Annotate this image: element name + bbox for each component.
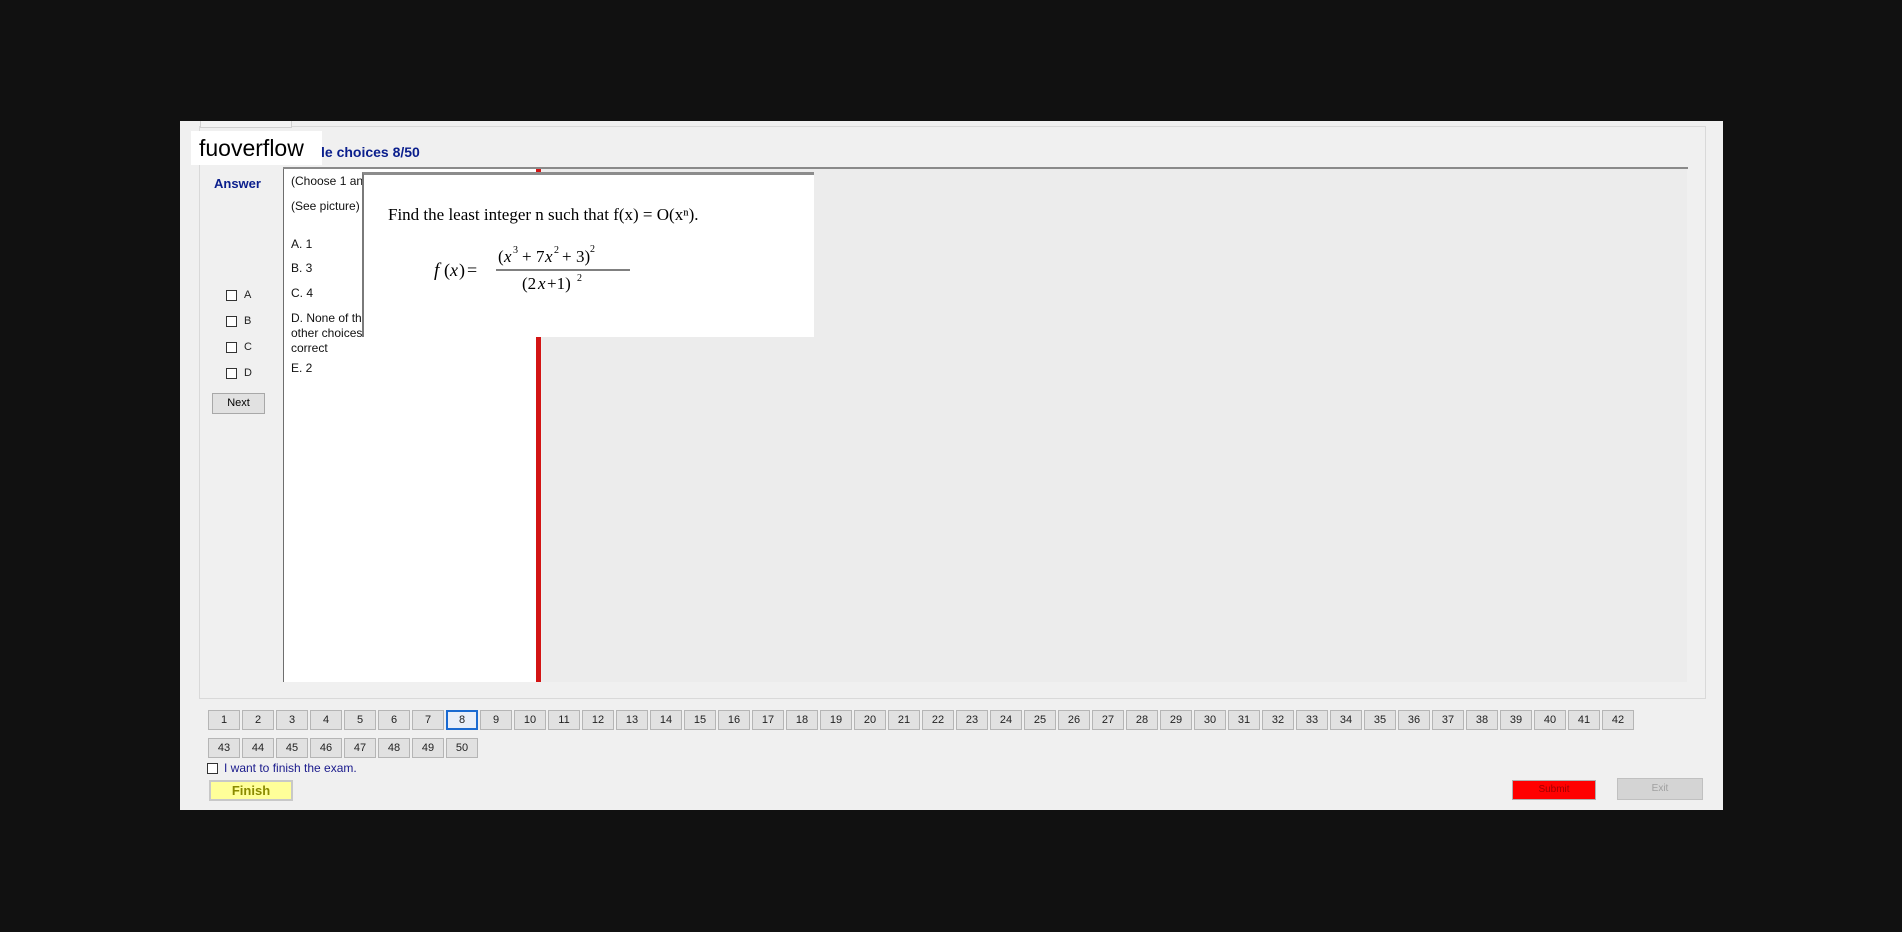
- choice-c: C. 4: [291, 286, 314, 300]
- finish-button[interactable]: Finish: [209, 780, 293, 801]
- answer-option-label: C: [244, 341, 252, 353]
- question-nav-button[interactable]: 19: [820, 710, 852, 730]
- question-nav-button[interactable]: 9: [480, 710, 512, 730]
- question-nav-button[interactable]: 46: [310, 738, 342, 758]
- choice-a: A. 1: [291, 237, 313, 251]
- question-nav-button[interactable]: 35: [1364, 710, 1396, 730]
- svg-text:x: x: [449, 260, 458, 280]
- answer-option-label: B: [244, 315, 252, 327]
- question-nav-button[interactable]: 37: [1432, 710, 1464, 730]
- answer-option-label: A: [244, 289, 252, 301]
- question-nav-button[interactable]: 14: [650, 710, 682, 730]
- question-nav-button[interactable]: 32: [1262, 710, 1294, 730]
- question-nav-button[interactable]: 1: [208, 710, 240, 730]
- question-nav-button[interactable]: 12: [582, 710, 614, 730]
- svg-text:x: x: [544, 247, 553, 266]
- svg-text:2: 2: [577, 273, 582, 284]
- question-nav-button[interactable]: 22: [922, 710, 954, 730]
- question-image: Find the least integer n such that f(x) …: [362, 172, 814, 337]
- answer-option-b[interactable]: B: [226, 313, 251, 329]
- svg-text:+: +: [562, 247, 572, 266]
- question-nav-button[interactable]: 6: [378, 710, 410, 730]
- question-nav-button[interactable]: 16: [718, 710, 750, 730]
- finish-check-label: I want to finish the exam.: [224, 761, 357, 775]
- svg-text:x: x: [537, 274, 546, 293]
- question-nav-button[interactable]: 40: [1534, 710, 1566, 730]
- answer-option-a[interactable]: A: [226, 287, 251, 303]
- question-nav-button[interactable]: 7: [412, 710, 444, 730]
- answer-label: Answer: [214, 176, 261, 191]
- question-nav-button[interactable]: 23: [956, 710, 988, 730]
- question-nav-button[interactable]: 41: [1568, 710, 1600, 730]
- question-nav-button[interactable]: 17: [752, 710, 784, 730]
- question-nav-button[interactable]: 11: [548, 710, 580, 730]
- watermark: fuoverflow: [191, 131, 322, 165]
- question-nav-button[interactable]: 10: [514, 710, 546, 730]
- choice-b: B. 3: [291, 261, 313, 275]
- checkbox-a[interactable]: [226, 289, 237, 301]
- question-nav-button[interactable]: 25: [1024, 710, 1056, 730]
- svg-text:f: f: [434, 260, 442, 281]
- next-button[interactable]: Next: [212, 393, 265, 414]
- svg-text:2: 2: [554, 245, 559, 256]
- see-picture-text: (See picture): [291, 199, 360, 213]
- question-nav-button[interactable]: 38: [1466, 710, 1498, 730]
- checkbox-d[interactable]: [226, 367, 237, 379]
- exam-window: fuoverflow le choices 8/50 Answer A B C …: [180, 121, 1723, 810]
- checkbox-b[interactable]: [226, 315, 237, 327]
- question-nav-button[interactable]: 18: [786, 710, 818, 730]
- question-nav-button[interactable]: 21: [888, 710, 920, 730]
- svg-text:): ): [459, 260, 465, 281]
- submit-button[interactable]: Submit: [1512, 780, 1596, 800]
- svg-text:+: +: [522, 247, 532, 266]
- question-nav-button[interactable]: 28: [1126, 710, 1158, 730]
- question-nav-button[interactable]: 47: [344, 738, 376, 758]
- svg-text:x: x: [503, 247, 512, 266]
- question-nav-button[interactable]: 5: [344, 710, 376, 730]
- finish-exam-checkbox[interactable]: I want to finish the exam.: [207, 761, 357, 775]
- question-nav-button[interactable]: 31: [1228, 710, 1260, 730]
- choice-e: E. 2: [291, 361, 313, 375]
- answer-option-label: D: [244, 367, 252, 379]
- checkbox-c[interactable]: [226, 341, 237, 353]
- question-nav-button[interactable]: 34: [1330, 710, 1362, 730]
- question-text: Find the least integer n such that f(x) …: [388, 205, 699, 224]
- question-nav-button[interactable]: 4: [310, 710, 342, 730]
- svg-text:7: 7: [536, 247, 545, 266]
- exit-button[interactable]: Exit: [1617, 778, 1703, 800]
- question-nav-button[interactable]: 48: [378, 738, 410, 758]
- question-nav-button[interactable]: 3: [276, 710, 308, 730]
- section-title: le choices 8/50: [321, 144, 420, 160]
- svg-text:3: 3: [513, 245, 518, 256]
- question-nav-button[interactable]: 50: [446, 738, 478, 758]
- svg-text:3): 3): [576, 247, 590, 266]
- question-nav-button[interactable]: 30: [1194, 710, 1226, 730]
- question-nav-button[interactable]: 45: [276, 738, 308, 758]
- question-nav-button[interactable]: 20: [854, 710, 886, 730]
- question-nav-button[interactable]: 24: [990, 710, 1022, 730]
- question-nav-button[interactable]: 33: [1296, 710, 1328, 730]
- answer-option-c[interactable]: C: [226, 339, 252, 355]
- question-nav-button[interactable]: 26: [1058, 710, 1090, 730]
- question-nav-button[interactable]: 36: [1398, 710, 1430, 730]
- question-nav-button[interactable]: 27: [1092, 710, 1124, 730]
- question-nav-button[interactable]: 29: [1160, 710, 1192, 730]
- svg-text:=: =: [467, 260, 477, 280]
- question-nav-button[interactable]: 42: [1602, 710, 1634, 730]
- svg-text:+1): +1): [547, 274, 571, 293]
- svg-text:(2: (2: [522, 274, 536, 293]
- question-nav-button[interactable]: 2: [242, 710, 274, 730]
- question-formula: f ( x ) = ( x 3 + 7 x 2 + 3) 2 (2 x +1) …: [434, 244, 630, 293]
- question-nav-button[interactable]: 43: [208, 738, 240, 758]
- answer-option-d[interactable]: D: [226, 365, 252, 381]
- question-nav-button[interactable]: 39: [1500, 710, 1532, 730]
- question-nav-button[interactable]: 13: [616, 710, 648, 730]
- tab-header[interactable]: [200, 121, 292, 128]
- question-nav-button[interactable]: 44: [242, 738, 274, 758]
- question-nav-button[interactable]: 49: [412, 738, 444, 758]
- svg-text:2: 2: [590, 244, 595, 255]
- question-nav-button[interactable]: 8: [446, 710, 478, 730]
- finish-checkbox[interactable]: [207, 762, 218, 774]
- question-nav-button[interactable]: 15: [684, 710, 716, 730]
